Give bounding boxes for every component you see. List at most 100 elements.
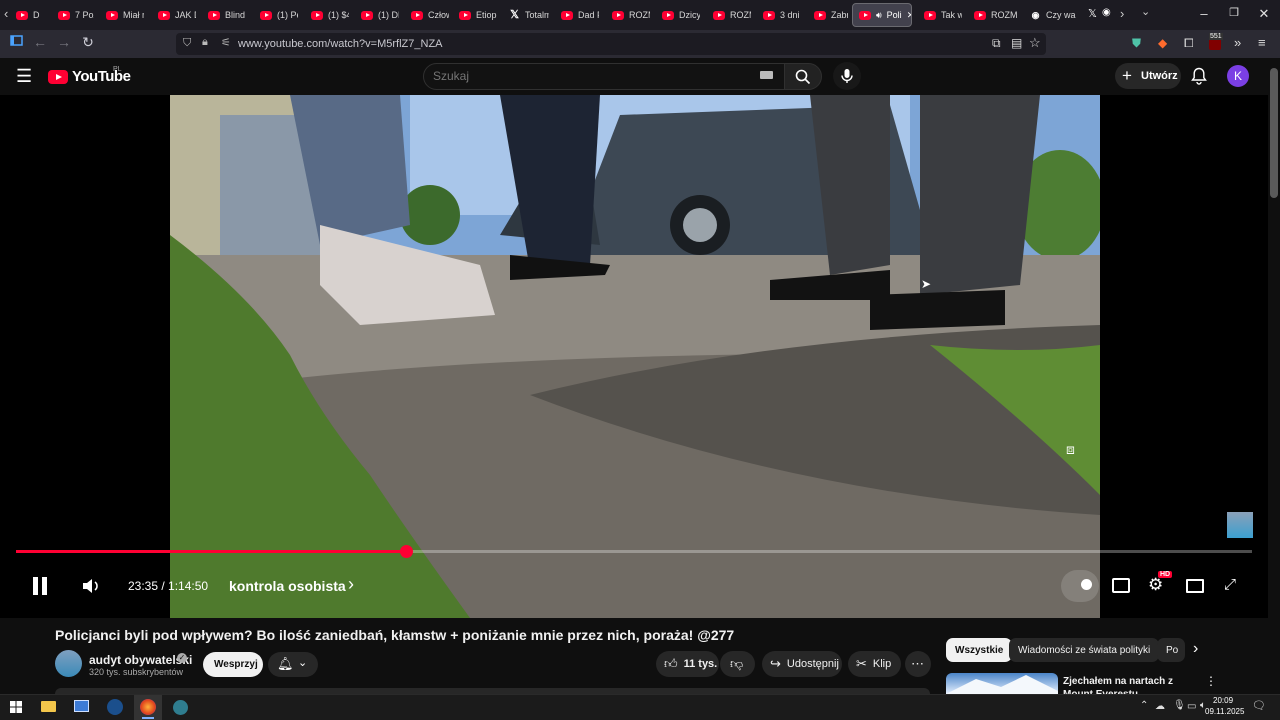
volume-icon[interactable]	[81, 577, 101, 595]
theater-mode-icon[interactable]	[1186, 579, 1204, 593]
guide-menu-icon[interactable]: ☰	[16, 66, 32, 87]
steam-icon[interactable]	[107, 699, 123, 715]
chapter-chevron-icon[interactable]: ›	[348, 574, 354, 595]
browser-tab[interactable]: JAK D	[152, 3, 196, 27]
create-button[interactable]: + Utwórz	[1115, 63, 1181, 89]
reader-view-icon[interactable]: ▤	[1011, 36, 1022, 50]
keyboard-icon[interactable]	[760, 71, 773, 79]
browser-tab[interactable]: Zabra	[808, 3, 848, 27]
avatar[interactable]: K	[1227, 65, 1249, 87]
close-window-icon[interactable]: ✕	[1254, 6, 1274, 22]
tab-list-chevron-icon[interactable]: ⌄	[1141, 5, 1150, 18]
screenshot-icon[interactable]: ⧈	[1066, 441, 1075, 458]
browser-tab[interactable]: ROZM	[968, 3, 1018, 27]
reload-icon[interactable]: ↻	[78, 34, 98, 51]
overflow-chevrons-icon[interactable]: »	[1234, 35, 1241, 50]
chapter-title[interactable]: kontrola osobista	[229, 578, 346, 594]
tab-audio-icon[interactable]: 🔊︎	[876, 10, 882, 21]
notifications-icon[interactable]: 🗨︎	[1252, 699, 1266, 712]
settings-gear-icon[interactable]: ⚙	[1148, 575, 1163, 595]
tab-scroll-left-icon[interactable]: ‹	[4, 6, 8, 21]
progress-scrubber[interactable]	[400, 545, 413, 558]
browser-tab[interactable]: (1) DL	[355, 3, 399, 27]
browser-tab[interactable]: 7 Poz	[52, 3, 94, 27]
chip-politics-news[interactable]: Wiadomości ze świata polityki	[1009, 638, 1160, 662]
browser-tab[interactable]: Etiopi	[453, 3, 497, 27]
recommended-more-icon[interactable]: ⋮	[1205, 674, 1217, 688]
forward-icon[interactable]: →	[54, 34, 74, 50]
restore-icon[interactable]: ❐	[1224, 6, 1244, 19]
picture-in-picture-icon[interactable]: ⧉	[992, 36, 1001, 51]
browser-tab[interactable]: 𝕏 Totalm	[503, 3, 549, 27]
chips-next-chevron-icon[interactable]: ›	[1193, 640, 1198, 658]
more-actions-button[interactable]: ⋯	[905, 651, 931, 677]
browser-tab[interactable]: Miał r	[100, 3, 144, 27]
windows-start-icon[interactable]	[10, 701, 22, 713]
browser-tab[interactable]: ROZM	[707, 3, 751, 27]
youtube-icon	[459, 10, 471, 20]
network-icon[interactable]: ▭	[1187, 701, 1196, 712]
notifications-bell-icon[interactable]	[1191, 67, 1207, 85]
browser-tab[interactable]: Dad P	[555, 3, 599, 27]
x-pinned-tab-icon[interactable]: 𝕏	[1088, 7, 1097, 20]
browser-tab[interactable]: (1) $4	[305, 3, 349, 27]
dislike-button[interactable]: 👎︎	[720, 651, 755, 677]
share-button[interactable]: ↪ Udostępnij	[762, 651, 842, 677]
browser-tab[interactable]: (1) Pę	[254, 3, 298, 27]
app-menu-icon[interactable]: ≡	[1258, 35, 1266, 50]
subscribe-notifications-button[interactable]: 🔔︎ ⌄	[268, 652, 318, 677]
clock-time[interactable]: 20:09	[1213, 696, 1233, 705]
browser-tab[interactable]: 🔊︎ Poli ✕	[852, 3, 912, 27]
bookmark-star-icon[interactable]: ☆	[1029, 35, 1041, 51]
scrollbar-thumb[interactable]	[1270, 68, 1278, 198]
browser-tab[interactable]: Tak wy	[918, 3, 962, 27]
browser-tab-label: 3 dni i	[780, 10, 801, 20]
lock-icon[interactable]: 🔒︎	[202, 36, 208, 49]
url-text[interactable]: www.youtube.com/watch?v=M5rflZ7_NZA	[238, 38, 443, 50]
browser-tab[interactable]: D	[10, 3, 46, 27]
voice-search-button[interactable]	[833, 62, 861, 90]
monitor-app-icon[interactable]	[74, 700, 89, 712]
tray-overflow-icon[interactable]: ⌃	[1140, 700, 1148, 711]
vpn-app-icon[interactable]	[173, 700, 188, 715]
extensions-puzzle-icon[interactable]: ⧠	[1184, 36, 1194, 51]
extension-fox-icon[interactable]: ◆	[1158, 36, 1167, 50]
cloud-icon[interactable]: ☁	[1155, 701, 1165, 712]
browser-tab[interactable]: Blind	[202, 3, 246, 27]
browser-tab[interactable]: Człow	[405, 3, 449, 27]
pause-icon[interactable]	[31, 576, 49, 596]
tab-scroll-right-icon[interactable]: ›	[1120, 6, 1124, 21]
firefox-taskbar-button[interactable]	[134, 695, 162, 720]
browser-tab[interactable]: Dzicy	[656, 3, 700, 27]
browser-tab[interactable]: ROZM	[606, 3, 650, 27]
shield-icon[interactable]: ⛉	[183, 37, 191, 50]
fullscreen-icon[interactable]: ⤢	[1224, 576, 1236, 593]
browser-tab[interactable]: ◉ Czy wa	[1024, 3, 1078, 27]
chip-partial[interactable]: Po	[1157, 638, 1185, 662]
video-frame[interactable]	[170, 95, 1100, 618]
channel-watermark-icon[interactable]	[1227, 512, 1253, 538]
subtitles-icon[interactable]	[1112, 578, 1130, 593]
channel-avatar[interactable]	[55, 650, 82, 677]
clock-date[interactable]: 09.11.2025	[1205, 707, 1244, 716]
browser-tab[interactable]: 3 dni i	[757, 3, 801, 27]
tab-close-icon[interactable]: ✕	[907, 10, 911, 21]
record-tab-icon[interactable]: ◉	[1102, 7, 1111, 18]
chip-all[interactable]: Wszystkie	[946, 638, 1013, 662]
autoplay-toggle[interactable]	[1061, 570, 1099, 602]
plus-icon: +	[1122, 66, 1132, 85]
back-icon[interactable]: ←	[30, 34, 50, 50]
support-button[interactable]: Wesprzyj	[203, 652, 263, 677]
file-explorer-icon[interactable]	[41, 701, 56, 712]
search-input[interactable]	[433, 69, 733, 83]
permissions-icon[interactable]: ⚟	[221, 36, 231, 49]
vpn-shield-icon[interactable]: ⛊	[1132, 36, 1141, 51]
mic-tray-icon[interactable]: 🎙︎	[1173, 700, 1186, 711]
sidebar-toggle-icon[interactable]	[6, 34, 26, 50]
recommended-thumbnail[interactable]	[946, 673, 1058, 694]
clip-button[interactable]: ✂ Klip	[848, 651, 901, 677]
recommended-title[interactable]: Zjechałem na nartach z Mount Everestu	[1063, 675, 1198, 694]
like-button[interactable]: 👍︎ 11 tys.	[656, 651, 719, 677]
search-button[interactable]	[784, 63, 822, 90]
minimize-icon[interactable]: –	[1194, 6, 1214, 21]
